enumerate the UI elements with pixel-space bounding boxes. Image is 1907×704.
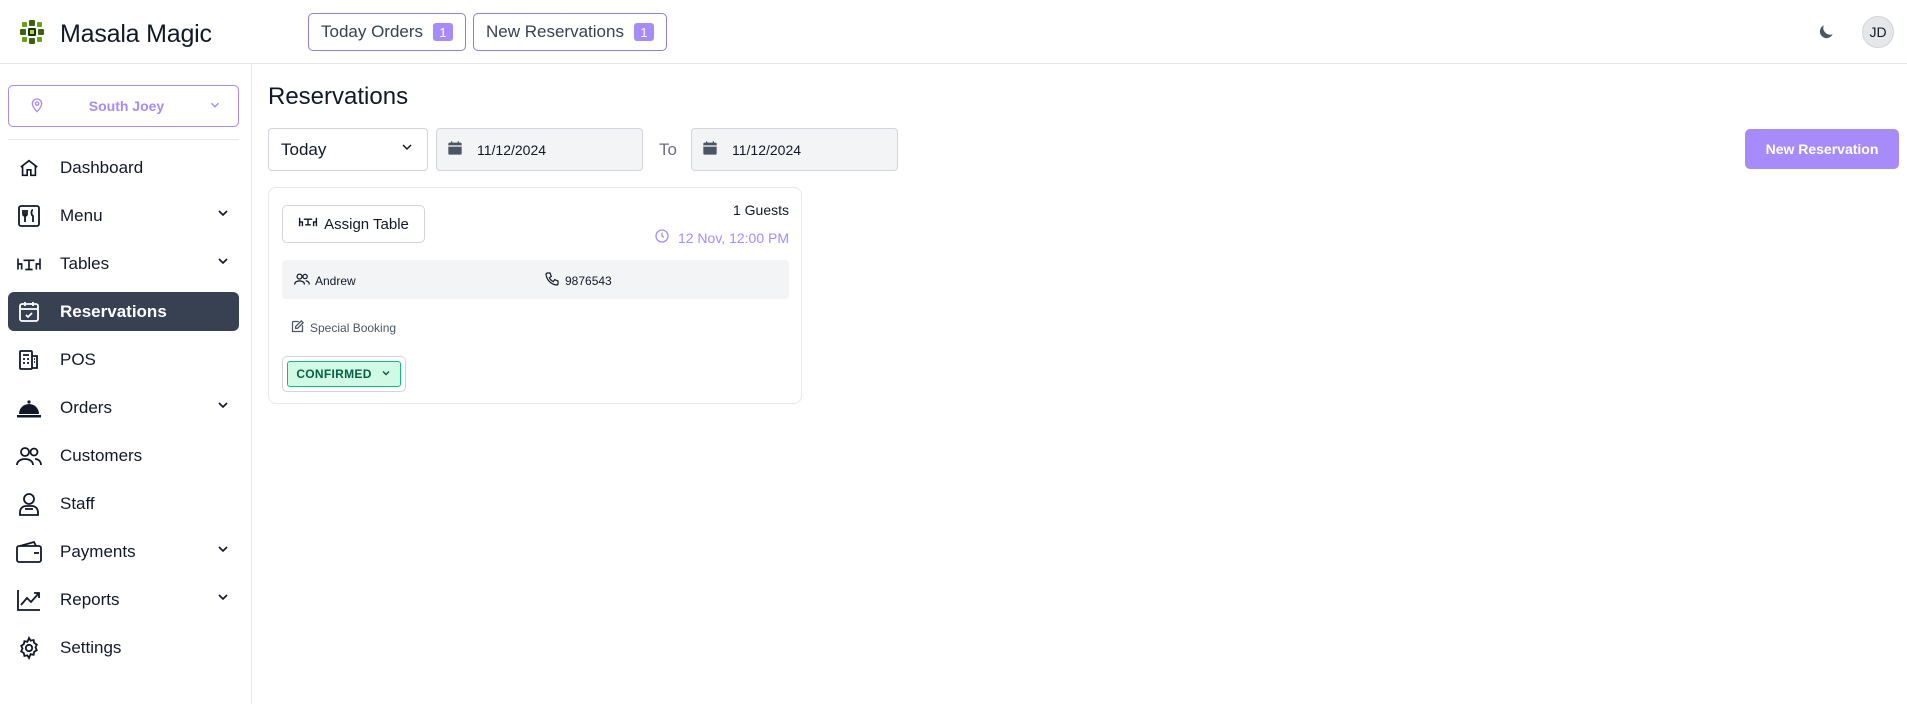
- sidebar-item-reports[interactable]: Reports: [8, 580, 239, 619]
- new-reservations-button[interactable]: New Reservations 1: [473, 13, 667, 51]
- branch-name: South Joey: [88, 98, 165, 114]
- users-icon: [16, 443, 42, 469]
- sidebar-item-label: Reports: [60, 589, 120, 609]
- calendar-icon: [702, 140, 718, 159]
- sidebar-item-orders[interactable]: Orders: [8, 388, 239, 427]
- chevron-down-icon: [215, 397, 231, 418]
- gear-icon: [16, 635, 42, 661]
- sidebar-item-staff[interactable]: Staff: [8, 484, 239, 523]
- sidebar-item-label: Tables: [60, 253, 110, 273]
- sidebar: South Joey Dashboard Menu Tables Reserva…: [0, 64, 252, 704]
- chevron-down-icon: [380, 367, 392, 382]
- home-icon: [16, 155, 42, 181]
- special-request: Special Booking: [290, 319, 396, 337]
- branch-select[interactable]: South Joey: [8, 85, 239, 127]
- customer-name: Andrew: [294, 272, 356, 289]
- assign-table-label: Assign Table: [324, 215, 409, 233]
- reservation-card: Assign Table 1 Guests 12 Nov, 12:00 PM A…: [268, 187, 802, 404]
- today-orders-label: Today Orders: [321, 22, 424, 41]
- customer-name-value: Andrew: [315, 273, 356, 288]
- map-pin-icon: [29, 97, 45, 116]
- chevron-down-icon: [208, 98, 222, 115]
- sidebar-item-label: Staff: [60, 493, 95, 513]
- sidebar-item-pos[interactable]: POS: [8, 340, 239, 379]
- sidebar-item-menu[interactable]: Menu: [8, 196, 239, 235]
- guest-count: 1 Guests: [732, 202, 789, 218]
- table-icon: [16, 251, 42, 277]
- customer-info-row: Andrew 9876543: [282, 260, 789, 299]
- new-reservation-button[interactable]: New Reservation: [1745, 129, 1899, 169]
- chevron-down-icon: [215, 205, 231, 226]
- status-select[interactable]: CONFIRMED: [282, 356, 406, 392]
- sidebar-item-label: Orders: [60, 397, 112, 417]
- sidebar-item-tables[interactable]: Tables: [8, 244, 239, 283]
- assign-table-button[interactable]: Assign Table: [282, 205, 425, 243]
- date-to-input[interactable]: 11/12/2024: [691, 128, 898, 171]
- sidebar-item-label: POS: [60, 349, 96, 369]
- user-initials: JD: [1869, 24, 1887, 40]
- pos-icon: [16, 347, 42, 373]
- sidebar-item-label: Settings: [60, 637, 122, 657]
- sidebar-item-customers[interactable]: Customers: [8, 436, 239, 475]
- chart-line-icon: [16, 587, 42, 613]
- new-reservations-count-badge: 1: [633, 23, 654, 41]
- new-reservations-label: New Reservations: [486, 22, 624, 41]
- reservation-time-value: 12 Nov, 12:00 PM: [677, 229, 789, 246]
- moon-icon[interactable]: [1816, 22, 1836, 47]
- sidebar-item-payments[interactable]: Payments: [8, 532, 239, 571]
- calendar-check-icon: [16, 299, 42, 325]
- chakra-logo-icon: [18, 18, 46, 51]
- status-value: CONFIRMED: [296, 367, 372, 381]
- sidebar-divider: [8, 139, 239, 140]
- sidebar-item-dashboard[interactable]: Dashboard: [8, 148, 239, 187]
- special-request-value: Special Booking: [310, 321, 397, 335]
- today-orders-count-badge: 1: [433, 23, 454, 41]
- date-range-value: Today: [281, 139, 327, 159]
- sidebar-item-label: Reservations: [60, 301, 167, 321]
- top-bar: Masala Magic Today Orders 1 New Reservat…: [0, 0, 1907, 64]
- date-from-value: 11/12/2024: [477, 141, 547, 158]
- reservation-time: 12 Nov, 12:00 PM: [654, 228, 789, 247]
- chevron-down-icon: [399, 139, 415, 160]
- sidebar-item-label: Dashboard: [60, 157, 144, 177]
- sidebar-item-label: Customers: [60, 445, 143, 465]
- cloche-icon: [16, 395, 42, 421]
- to-label: To: [659, 140, 677, 159]
- users-icon: [294, 272, 310, 289]
- customer-phone-value: 9876543: [565, 273, 612, 288]
- clock-icon: [654, 228, 670, 247]
- sidebar-item-label: Payments: [60, 541, 136, 561]
- date-from-input[interactable]: 11/12/2024: [436, 128, 643, 171]
- staff-icon: [16, 491, 42, 517]
- page-title: Reservations: [268, 83, 409, 110]
- chevron-down-icon: [215, 589, 231, 610]
- sidebar-item-settings[interactable]: Settings: [8, 628, 239, 667]
- avatar[interactable]: JD: [1862, 16, 1894, 48]
- phone-icon: [544, 271, 560, 290]
- status-badge: CONFIRMED: [287, 361, 401, 387]
- date-range-select[interactable]: Today: [268, 128, 428, 171]
- menu-utensils-icon: [16, 203, 42, 229]
- wallet-icon: [16, 539, 42, 565]
- edit-note-icon: [290, 319, 305, 337]
- chevron-down-icon: [215, 541, 231, 562]
- today-orders-button[interactable]: Today Orders 1: [308, 13, 467, 51]
- calendar-icon: [447, 140, 463, 159]
- sidebar-item-reservations[interactable]: Reservations: [8, 292, 239, 331]
- sidebar-item-label: Menu: [60, 205, 103, 225]
- customer-phone: 9876543: [544, 271, 612, 290]
- date-to-value: 11/12/2024: [732, 141, 802, 158]
- chevron-down-icon: [215, 253, 231, 274]
- table-icon: [298, 215, 318, 233]
- app-name: Masala Magic: [60, 20, 212, 48]
- brand[interactable]: Masala Magic: [18, 18, 212, 51]
